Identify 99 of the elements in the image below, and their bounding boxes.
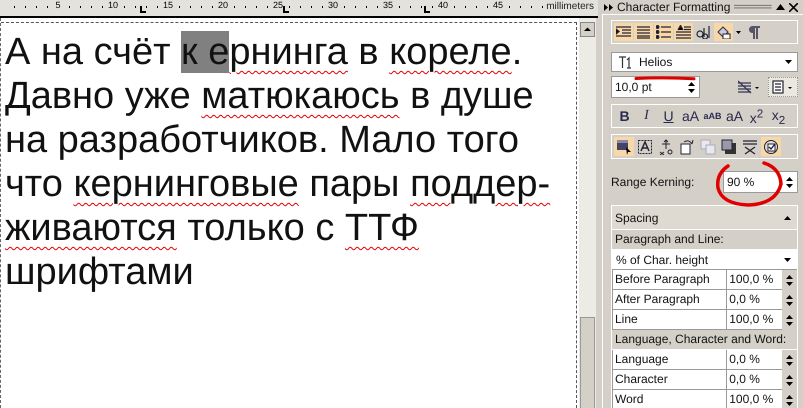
- toolbar-button[interactable]: [761, 137, 781, 156]
- toolbar-button[interactable]: [654, 23, 673, 41]
- spacing-value-field[interactable]: 100,0 %: [727, 310, 782, 330]
- font-dropdown[interactable]: Helios: [611, 52, 798, 72]
- toolbar-button[interactable]: [614, 137, 634, 156]
- toolbar-button[interactable]: [635, 137, 655, 156]
- collapse-arrow-icon: [784, 216, 791, 220]
- spacing-value-field[interactable]: 0,0 %: [727, 290, 782, 310]
- text-line: шрифтами: [5, 250, 195, 294]
- shadow-square-icon: [721, 138, 737, 154]
- tab-stop-icon[interactable]: [424, 6, 430, 13]
- tab-stop-icon[interactable]: [140, 6, 146, 13]
- format-button[interactable]: x$_{2}$: [768, 107, 789, 125]
- toolbar-button[interactable]: [614, 23, 633, 41]
- spacing-value-field[interactable]: 100,0 %: [727, 390, 782, 408]
- text-line: Давно уже матюкаюсь в душе: [5, 74, 535, 118]
- strikethrough-lines-icon: [738, 80, 760, 94]
- bucket-icon: [716, 25, 731, 39]
- ruler-number: 15: [163, 0, 173, 10]
- spin-down-icon[interactable]: [688, 88, 695, 92]
- spacing-value-field[interactable]: 0,0 %: [727, 370, 782, 390]
- ruler-number: 30: [328, 0, 338, 10]
- bullet-list-icon: [656, 25, 671, 39]
- collapse-arrow-icon[interactable]: [776, 4, 785, 10]
- spin-down-icon[interactable]: [786, 362, 793, 366]
- ruler-number: 40: [438, 0, 448, 10]
- vertical-scrollbar[interactable]: [579, 18, 596, 408]
- text-frame-icon: [637, 138, 653, 154]
- text-cursor-icon: [696, 25, 711, 39]
- dropdown-arrow-icon: [785, 60, 792, 64]
- spin-down-icon[interactable]: [786, 382, 793, 386]
- text-line: А на счёт к ернинга в кореле.: [5, 30, 524, 74]
- text-lines-icon: [676, 25, 691, 39]
- spin-down-icon[interactable]: [786, 184, 793, 188]
- tab-stop-icon[interactable]: [283, 6, 289, 13]
- unit-dropdown[interactable]: % of Char. height: [612, 250, 797, 270]
- toolbar-button[interactable]: [768, 77, 798, 97]
- spacing-label: Word: [612, 390, 728, 408]
- format-button[interactable]: x$^{2}$: [746, 107, 767, 125]
- ruler-number: 10: [108, 0, 118, 10]
- range-kerning-field[interactable]: 90 %: [723, 171, 798, 193]
- section-title: Spacing: [615, 210, 658, 224]
- spin-down-icon[interactable]: [786, 402, 793, 406]
- format-button[interactable]: aAB: [702, 107, 723, 125]
- text-line: живаются только с ТТФ: [5, 206, 420, 250]
- spacing-label: Line: [612, 310, 728, 330]
- expand-arrows-icon[interactable]: [604, 4, 613, 10]
- spin-up-icon[interactable]: [786, 176, 793, 180]
- spin-up-icon[interactable]: [786, 354, 793, 358]
- spacing-header[interactable]: Spacing: [612, 206, 797, 230]
- spin-down-icon[interactable]: [786, 302, 793, 306]
- spin-up-icon[interactable]: [786, 374, 793, 378]
- toolbar-button[interactable]: [714, 23, 733, 41]
- format-button[interactable]: I: [636, 107, 657, 125]
- rotate-icon: [679, 138, 695, 154]
- range-kerning-label: Range Kerning:: [611, 175, 694, 189]
- dropdown-arrow-icon: [784, 258, 791, 262]
- spin-down-icon[interactable]: [786, 322, 793, 326]
- spacing-label: Before Paragraph: [612, 270, 728, 290]
- spacing-label: Character: [612, 370, 728, 390]
- ruler-number: 5: [56, 0, 60, 10]
- font-type-icon: [619, 56, 633, 68]
- justify-lines-icon: [636, 25, 651, 39]
- indent-lines-icon: [616, 25, 631, 39]
- move-arrows-icon: [658, 138, 674, 154]
- overlapping-squares-icon: [700, 138, 716, 154]
- close-icon[interactable]: [789, 2, 798, 12]
- spacing-value-field[interactable]: 0,0 %: [727, 350, 782, 370]
- ruler-number: 20: [218, 0, 228, 10]
- text-line: что кернинговые пары поддер-: [5, 162, 552, 206]
- panel-title: Character Formatting: [617, 0, 730, 14]
- spin-up-icon[interactable]: [688, 82, 695, 86]
- spacing-label: Language: [612, 350, 728, 370]
- toolbar-button[interactable]: [634, 23, 653, 41]
- document-icon: [772, 80, 794, 94]
- ruler-number: 25: [273, 0, 283, 10]
- spin-up-icon[interactable]: [786, 294, 793, 298]
- format-button[interactable]: aA: [680, 107, 701, 125]
- grip-icon[interactable]: [734, 4, 772, 10]
- scroll-up-button[interactable]: [580, 22, 595, 37]
- format-button[interactable]: B: [614, 107, 635, 125]
- pilcrow-icon: [746, 25, 761, 39]
- ruler-number: 35: [383, 0, 393, 10]
- font-size-field[interactable]: 10,0 pt: [611, 76, 700, 98]
- spin-up-icon[interactable]: [786, 394, 793, 398]
- spacing-value-field[interactable]: 100,0 %: [727, 270, 782, 290]
- spin-up-icon[interactable]: [786, 314, 793, 318]
- spin-up-icon[interactable]: [786, 274, 793, 278]
- spacing-label: After Paragraph: [612, 290, 728, 310]
- scroll-thumb[interactable]: [580, 317, 595, 408]
- toolbar-button[interactable]: [674, 23, 693, 41]
- spin-down-icon[interactable]: [786, 282, 793, 286]
- toolbar-button[interactable]: [719, 137, 739, 156]
- format-button[interactable]: aA: [724, 107, 745, 125]
- ruler-number: 45: [493, 0, 503, 10]
- text-line: на разработчиков. Мало того: [5, 118, 520, 162]
- frame-cursor-icon: [616, 138, 632, 154]
- caret-icon: [736, 30, 741, 34]
- format-button[interactable]: U: [658, 107, 679, 125]
